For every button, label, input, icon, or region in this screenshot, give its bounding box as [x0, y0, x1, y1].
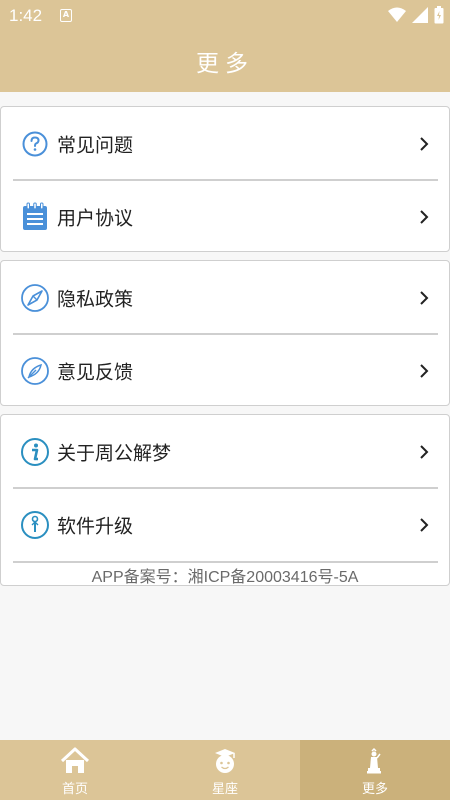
tab-label: 首页 [61, 782, 88, 797]
bottom-tab-bar: 首页 星座 更多 [0, 740, 450, 800]
menu-item-label: 常见问题 [57, 134, 134, 157]
feather-icon [21, 357, 49, 385]
upgrade-circle-icon [21, 511, 49, 539]
menu-item-label: 意见反馈 [57, 361, 134, 384]
notepad-icon [23, 202, 47, 230]
menu-group-1: 常见问题 用户协议 [0, 106, 450, 252]
home-icon [60, 747, 90, 773]
menu-item-label: 软件升级 [57, 515, 134, 538]
zodiac-avatar-icon [215, 749, 235, 773]
status-bar: 1:42 A [0, 0, 450, 30]
more-statue-icon [367, 747, 381, 774]
tab-label: 星座 [211, 782, 238, 797]
chevron-right-icon [420, 364, 429, 378]
tab-more[interactable]: 更多 [300, 740, 450, 800]
compass-icon [21, 284, 49, 312]
chevron-right-icon [420, 518, 429, 532]
chevron-right-icon [420, 291, 429, 305]
menu-item-user-agreement[interactable]: 用户协议 [1, 180, 448, 254]
tab-label: 更多 [361, 782, 388, 797]
menu-item-privacy-policy[interactable]: 隐私政策 [1, 261, 448, 335]
menu-group-3: 关于周公解梦 软件升级 [0, 414, 450, 586]
menu-item-software-upgrade[interactable]: 软件升级 [1, 488, 448, 562]
notification-badge: A [60, 9, 72, 22]
header-bar: 1:42 A 更多 [0, 0, 450, 92]
wifi-icon [388, 7, 406, 22]
page-title: 更多 [196, 51, 254, 77]
menu-item-about[interactable]: 关于周公解梦 [1, 415, 448, 489]
signal-icon [412, 7, 428, 23]
chevron-right-icon [420, 137, 429, 151]
menu-item-label: 关于周公解梦 [57, 442, 172, 465]
status-icons [388, 6, 444, 24]
tab-home[interactable]: 首页 [0, 740, 150, 800]
menu-group-2: 隐私政策 意见反馈 [0, 260, 450, 406]
chevron-right-icon [420, 210, 429, 224]
battery-icon [434, 6, 444, 24]
icp-record-text: APP备案号：湘ICP备20003416号-5A [91, 569, 359, 586]
tab-zodiac[interactable]: 星座 [150, 740, 300, 800]
status-time: 1:42 [9, 6, 43, 25]
menu-item-faq[interactable]: 常见问题 [1, 107, 448, 181]
info-circle-icon [21, 438, 49, 466]
chevron-right-icon [420, 445, 429, 459]
menu-item-label: 用户协议 [57, 207, 134, 230]
question-circle-icon [22, 131, 48, 157]
menu-item-label: 隐私政策 [57, 288, 134, 311]
menu-item-feedback[interactable]: 意见反馈 [1, 334, 448, 408]
